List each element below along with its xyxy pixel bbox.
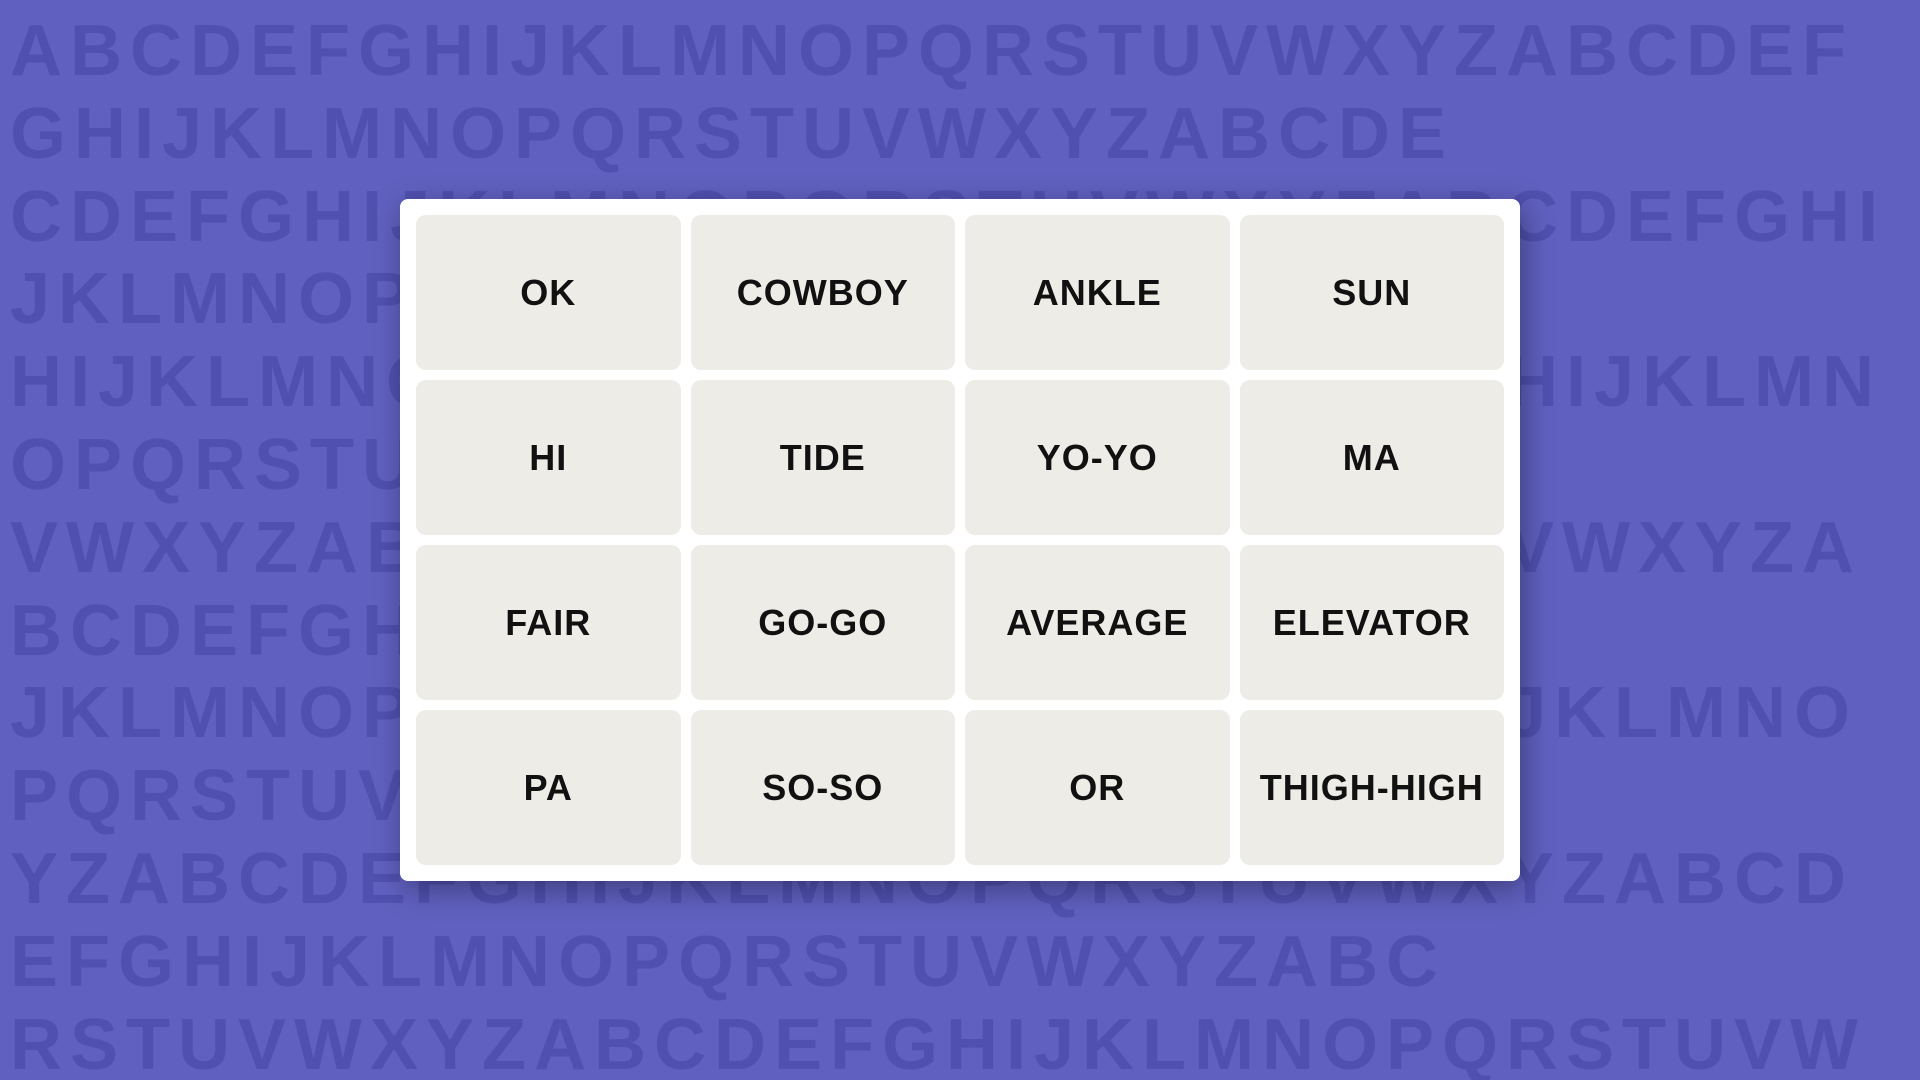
word-grid: OK COWBOY ANKLE SUN HI TIDE YO-YO MA FAIR GO-GO AV… bbox=[416, 215, 1504, 865]
cell-cowboy-label: COWBOY bbox=[737, 272, 909, 314]
cell-tide-label: TIDE bbox=[780, 437, 866, 479]
cell-ok-label: OK bbox=[520, 272, 576, 314]
cell-sun[interactable]: SUN bbox=[1240, 215, 1505, 370]
cell-hi-label: HI bbox=[529, 437, 567, 479]
cell-soso-label: SO-SO bbox=[762, 767, 883, 809]
cell-yoyo[interactable]: YO-YO bbox=[965, 380, 1230, 535]
cell-average[interactable]: AVERAGE bbox=[965, 545, 1230, 700]
cell-pa[interactable]: PA bbox=[416, 710, 681, 865]
cell-fair-label: FAIR bbox=[505, 602, 591, 644]
cell-gogo[interactable]: GO-GO bbox=[691, 545, 956, 700]
card-container: OK COWBOY ANKLE SUN HI TIDE YO-YO MA FAIR GO-GO AV… bbox=[400, 199, 1520, 881]
cell-ma[interactable]: MA bbox=[1240, 380, 1505, 535]
cell-pa-label: PA bbox=[524, 767, 573, 809]
cell-or[interactable]: OR bbox=[965, 710, 1230, 865]
cell-tide[interactable]: TIDE bbox=[691, 380, 956, 535]
cell-average-label: AVERAGE bbox=[1006, 602, 1188, 644]
cell-hi[interactable]: HI bbox=[416, 380, 681, 535]
cell-ankle[interactable]: ANKLE bbox=[965, 215, 1230, 370]
cell-or-label: OR bbox=[1069, 767, 1125, 809]
cell-thighhigh[interactable]: THIGH-HIGH bbox=[1240, 710, 1505, 865]
cell-elevator-label: ELEVATOR bbox=[1273, 602, 1471, 644]
cell-thighhigh-label: THIGH-HIGH bbox=[1260, 767, 1484, 809]
cell-soso[interactable]: SO-SO bbox=[691, 710, 956, 865]
cell-gogo-label: GO-GO bbox=[758, 602, 887, 644]
cell-ok[interactable]: OK bbox=[416, 215, 681, 370]
cell-elevator[interactable]: ELEVATOR bbox=[1240, 545, 1505, 700]
cell-ankle-label: ANKLE bbox=[1033, 272, 1162, 314]
cell-sun-label: SUN bbox=[1332, 272, 1411, 314]
cell-cowboy[interactable]: COWBOY bbox=[691, 215, 956, 370]
cell-ma-label: MA bbox=[1343, 437, 1401, 479]
cell-fair[interactable]: FAIR bbox=[416, 545, 681, 700]
cell-yoyo-label: YO-YO bbox=[1037, 437, 1158, 479]
